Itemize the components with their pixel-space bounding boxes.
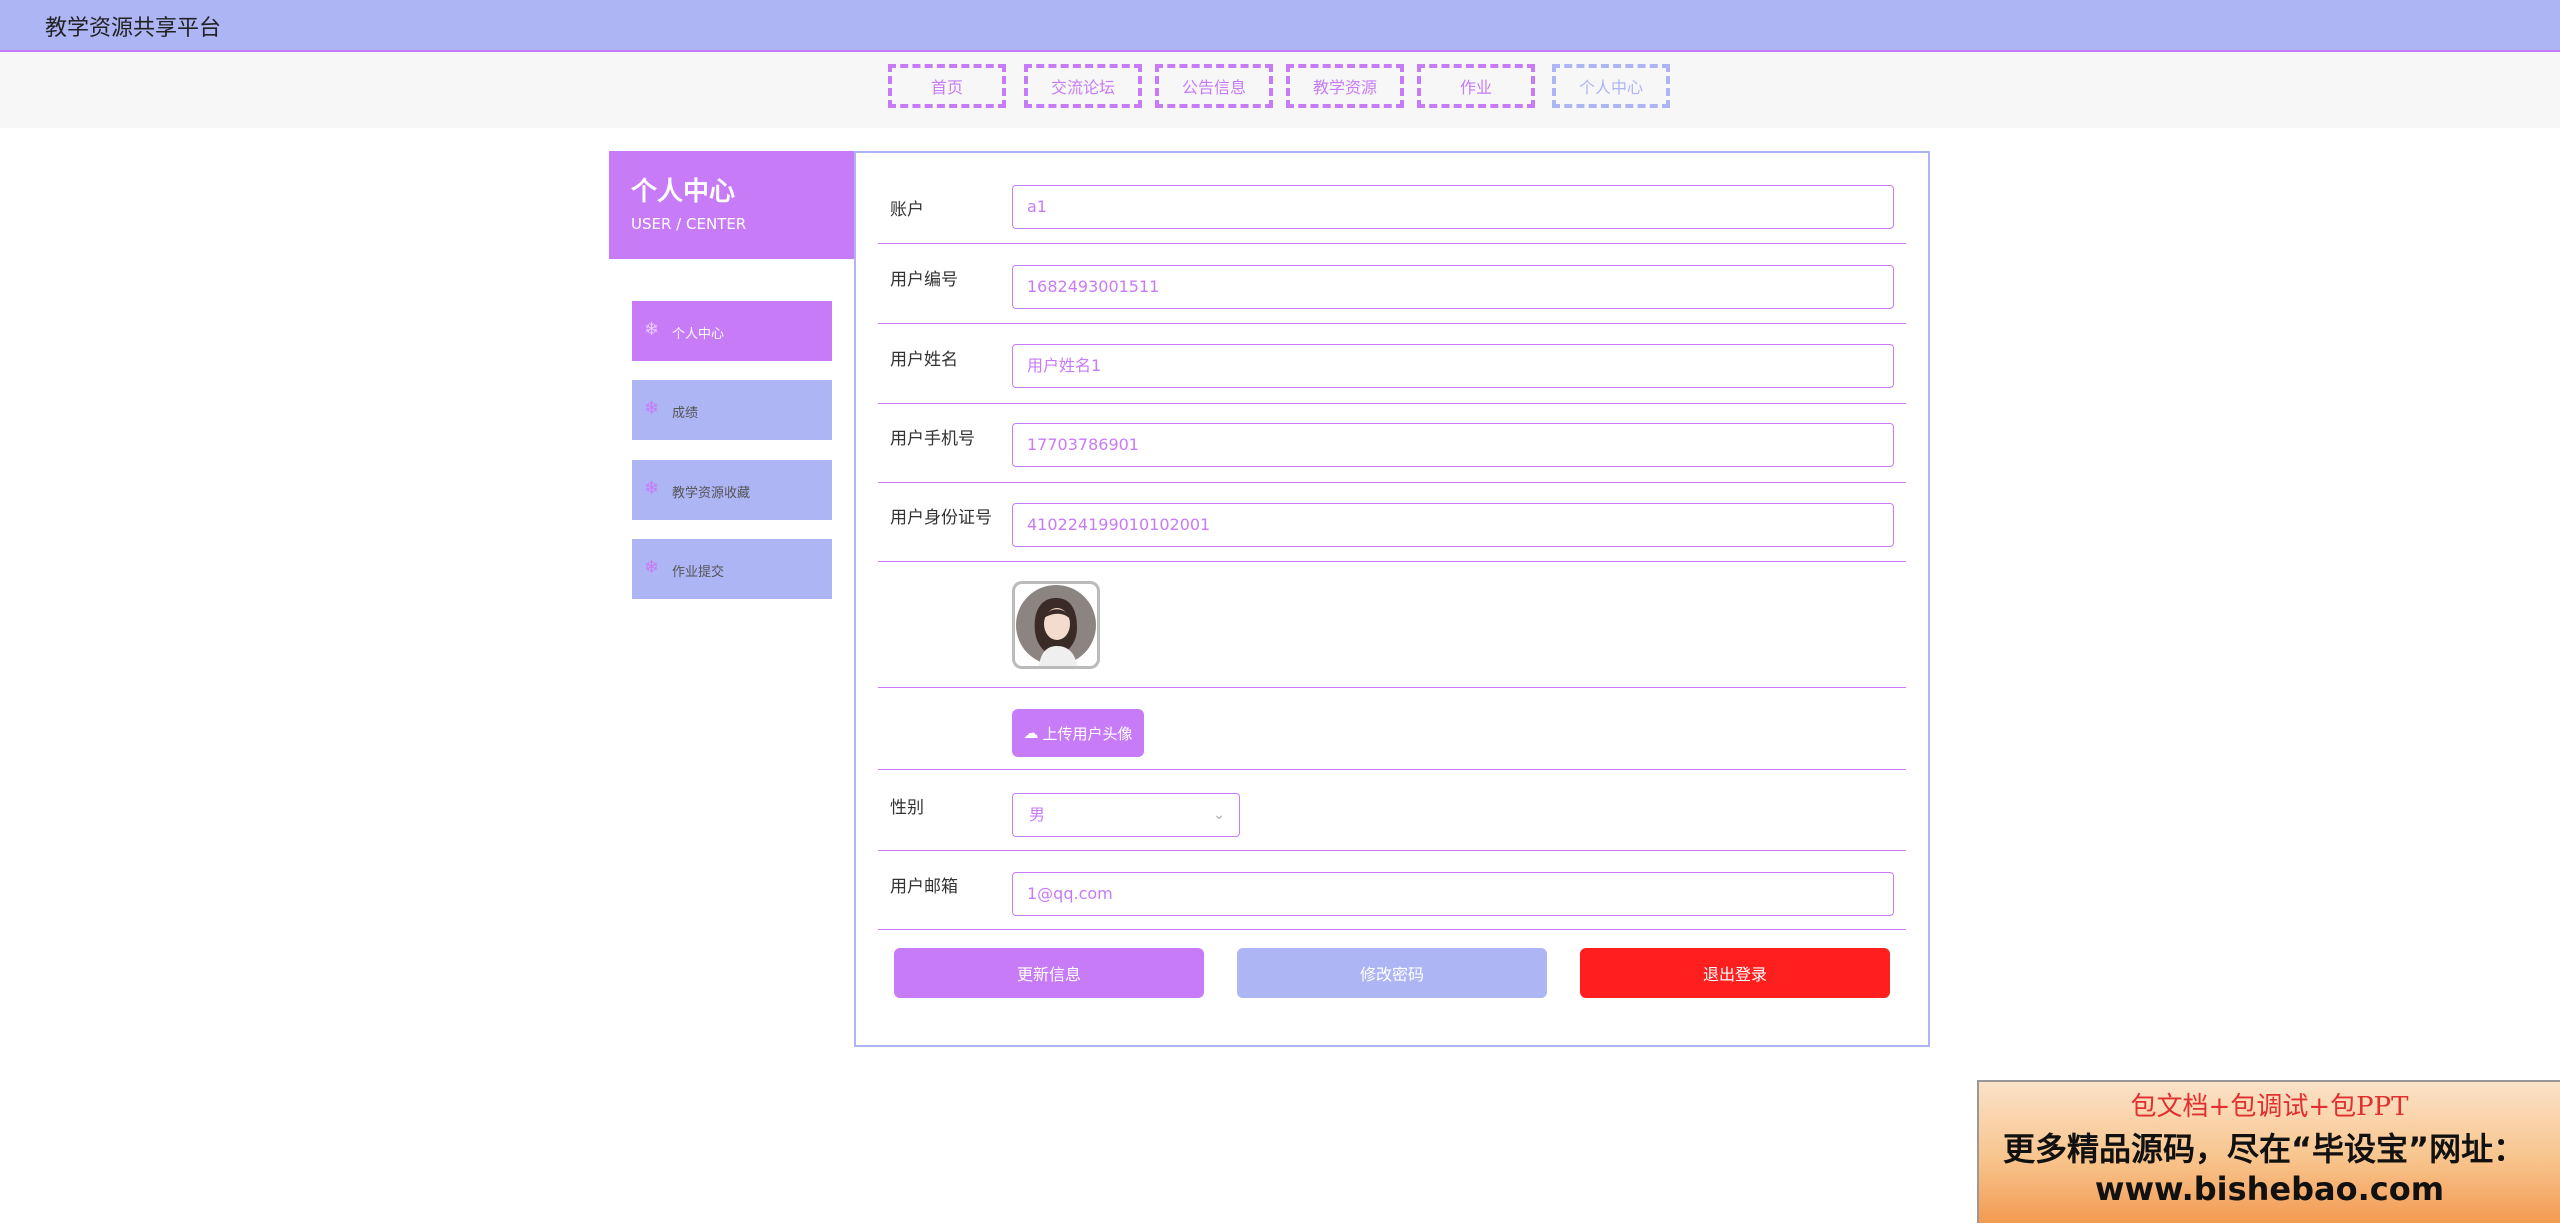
snowflake-icon: ❄ [644,319,660,340]
user-no-label: 用户编号 [890,270,958,290]
sidebar-item-label: 教学资源收藏 [672,486,751,501]
cloud-upload-icon: ☁ [1023,724,1039,742]
change-password-button[interactable]: 修改密码 [1237,948,1547,998]
nav-resources[interactable]: 教学资源 [1286,64,1404,108]
sidebar-item-resource-favorites[interactable]: ❄ 教学资源收藏 [632,460,832,520]
sidebar-item-label: 个人中心 [672,327,725,342]
nav-homework[interactable]: 作业 [1417,64,1535,108]
sidebar-subtitle: USER / CENTER [631,215,747,233]
chevron-down-icon: ⌄ [1213,807,1225,823]
app-title: 教学资源共享平台 [45,16,222,41]
sidebar-item-label: 成绩 [672,406,699,421]
form-row-upload: ☁ 上传用户头像 [878,687,1906,770]
profile-form-panel: 账户 a1 用户编号 1682493001511 用户姓名 用户姓名1 用户手机… [854,151,1930,1047]
nav-band [0,52,2560,128]
sidebar-item-label: 作业提交 [672,565,725,580]
user-name-field[interactable]: 用户姓名1 [1012,344,1894,388]
upload-avatar-button[interactable]: ☁ 上传用户头像 [1012,709,1144,757]
form-row-id-card: 用户身份证号 410224199010102001 [878,482,1906,562]
gender-label: 性别 [890,798,924,818]
nav-home[interactable]: 首页 [888,64,1006,108]
nav-forum[interactable]: 交流论坛 [1024,64,1142,108]
promo-line-1: 包文档+包调试+包PPT [2130,1092,2409,1122]
id-card-field[interactable]: 410224199010102001 [1012,503,1894,547]
phone-label: 用户手机号 [890,429,975,449]
id-card-label: 用户身份证号 [890,508,992,528]
snowflake-icon: ❄ [644,398,660,419]
form-row-user-name: 用户姓名 用户姓名1 [878,323,1906,404]
sidebar-item-homework-submit[interactable]: ❄ 作业提交 [632,539,832,599]
sidebar-title: 个人中心 [631,177,736,207]
email-field[interactable]: 1@qq.com [1012,872,1894,916]
sidebar-header: 个人中心 USER / CENTER [609,151,854,259]
avatar [1012,581,1100,669]
update-info-button[interactable]: 更新信息 [894,948,1204,998]
form-row-user-no: 用户编号 1682493001511 [878,243,1906,324]
form-row-gender: 性别 男 ⌄ [878,769,1906,851]
form-row-account: 账户 a1 [878,173,1906,244]
promo-url: www.bishebao.com [2094,1170,2445,1208]
gender-value: 男 [1029,805,1046,824]
form-row-phone: 用户手机号 17703786901 [878,403,1906,483]
form-row-email: 用户邮箱 1@qq.com [878,850,1906,930]
phone-field[interactable]: 17703786901 [1012,423,1894,467]
user-name-label: 用户姓名 [890,350,958,370]
snowflake-icon: ❄ [644,557,660,578]
gender-select[interactable]: 男 ⌄ [1012,793,1240,837]
email-label: 用户邮箱 [890,877,958,897]
snowflake-icon: ❄ [644,478,660,499]
form-row-avatar [878,561,1906,688]
account-label: 账户 [890,200,924,220]
promo-line-2: 更多精品源码，尽在“毕设宝”网址： [2003,1130,2526,1168]
sidebar-item-user-center[interactable]: ❄ 个人中心 [632,301,832,361]
top-header: 教学资源共享平台 [0,0,2560,52]
user-no-field[interactable]: 1682493001511 [1012,265,1894,309]
sidebar-item-scores[interactable]: ❄ 成绩 [632,380,832,440]
promo-banner[interactable]: 包文档+包调试+包PPT 更多精品源码，尽在“毕设宝”网址： www.bishe… [1977,1080,2560,1223]
logout-button[interactable]: 退出登录 [1580,948,1890,998]
nav-user-center[interactable]: 个人中心 [1552,64,1670,108]
nav-notice[interactable]: 公告信息 [1155,64,1273,108]
upload-avatar-label: 上传用户头像 [1042,724,1133,743]
account-field[interactable]: a1 [1012,185,1894,229]
